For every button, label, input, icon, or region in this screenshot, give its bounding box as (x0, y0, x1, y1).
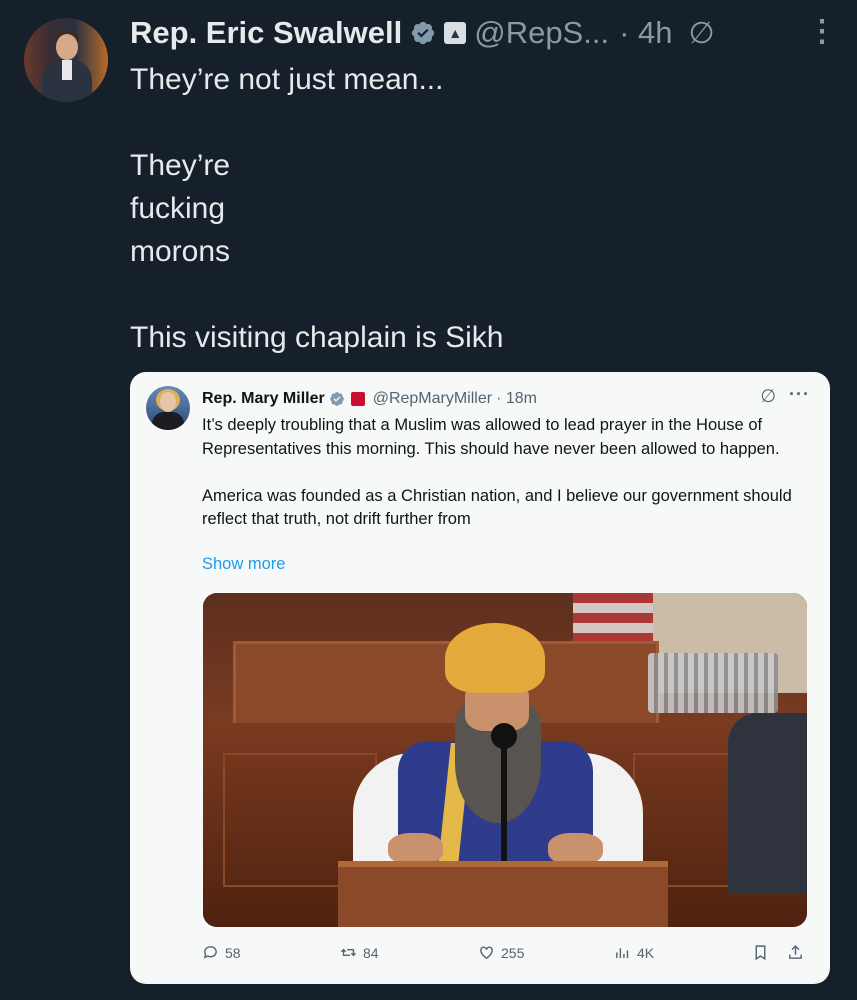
bookmark-button[interactable] (752, 944, 769, 961)
capitol-icon: ▲ (444, 22, 467, 44)
repost-icon (340, 948, 357, 957)
tweet-text: They’re not just mean... They’re fucking… (130, 63, 504, 354)
quoted-tweet[interactable]: Rep. Mary Miller @RepMaryMiller · 18m ∅ … (130, 372, 830, 984)
tweet-time[interactable]: · 4h (619, 15, 672, 51)
quoted-author-handle[interactable]: @RepMaryMiller (373, 390, 492, 408)
views-button[interactable]: 4K (614, 944, 654, 961)
views-count: 4K (637, 944, 655, 961)
repost-count: 84 (363, 944, 379, 961)
grok-icon[interactable]: ∅ (689, 16, 715, 51)
quoted-author-name[interactable]: Rep. Mary Miller (202, 390, 325, 408)
author-handle[interactable]: @RepS... (474, 15, 609, 51)
verified-badge-icon (329, 392, 344, 406)
bookmark-icon (755, 945, 766, 961)
author-name[interactable]: Rep. Eric Swalwell (130, 15, 402, 51)
verified-badge-icon (412, 21, 435, 45)
share-button[interactable] (787, 944, 804, 961)
reply-button[interactable]: 58 (202, 944, 241, 961)
quoted-header: Rep. Mary Miller @RepMaryMiller · 18m ∅ … (202, 384, 810, 410)
reply-count: 58 (225, 944, 241, 961)
repost-button[interactable]: 84 (340, 944, 379, 961)
author-avatar[interactable] (24, 18, 108, 102)
show-more-link[interactable]: Show more (202, 555, 285, 574)
quoted-media-image[interactable] (203, 593, 807, 927)
quoted-text: It’s deeply troubling that a Muslim was … (202, 416, 792, 528)
more-options-icon[interactable]: ··· (789, 384, 810, 405)
quoted-author-avatar[interactable] (146, 386, 190, 430)
quoted-time[interactable]: · 18m (496, 390, 537, 408)
quoted-action-bar: 58 84 255 4K (202, 944, 812, 968)
like-count: 255 (501, 944, 525, 961)
like-button[interactable]: 255 (478, 944, 524, 961)
reply-icon (203, 946, 217, 959)
analytics-icon (616, 948, 629, 959)
grok-icon[interactable]: ∅ (760, 386, 776, 407)
party-flag-icon (350, 392, 365, 406)
heart-icon (480, 946, 493, 960)
share-icon (789, 945, 802, 959)
tweet-header: Rep. Eric Swalwell ▲ @RepS... · 4h ∅ ⋮ (130, 10, 837, 56)
more-options-icon[interactable]: ⋮ (807, 14, 837, 49)
